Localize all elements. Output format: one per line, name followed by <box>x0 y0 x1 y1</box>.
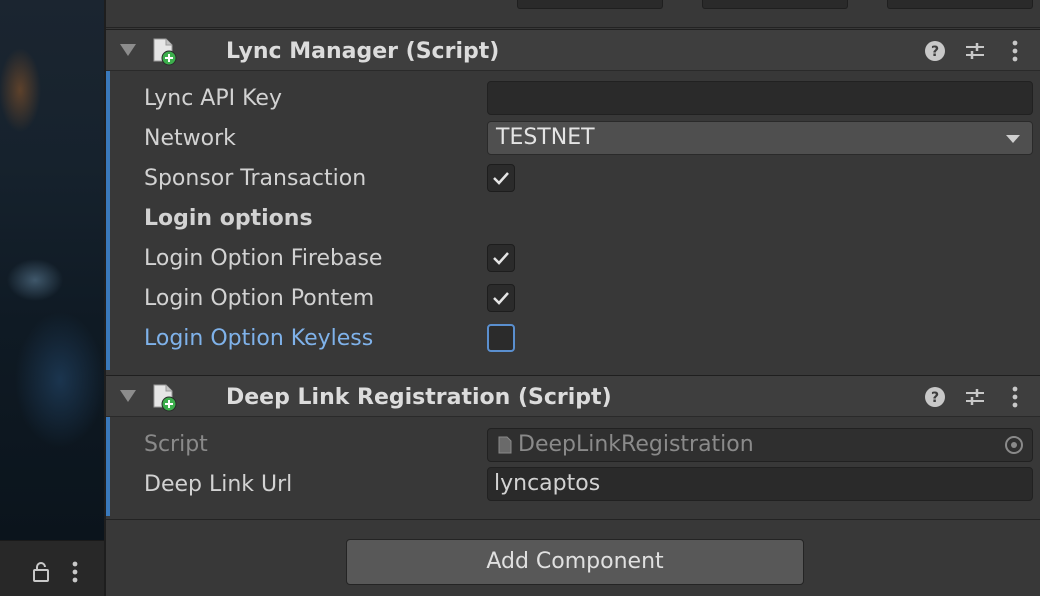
checkmark-icon <box>493 252 509 265</box>
network-selected-value: TESTNET <box>496 125 595 150</box>
checkmark-icon <box>493 172 509 185</box>
inspector-panel: Lync Manager (Script) ? Lync API Key Net… <box>106 0 1040 596</box>
login-pontem-label: Login Option Pontem <box>144 286 375 311</box>
svg-text:?: ? <box>931 390 939 406</box>
script-add-icon <box>152 38 177 66</box>
login-pontem-checkbox[interactable] <box>487 284 515 312</box>
deep-link-url-label: Deep Link Url <box>144 472 293 497</box>
lync-api-key-label: Lync API Key <box>144 86 282 111</box>
lync-manager-header[interactable]: Lync Manager (Script) ? <box>106 29 1040 71</box>
script-add-icon <box>152 384 177 412</box>
checkmark-icon <box>493 292 509 305</box>
component-list-end-divider <box>106 519 1040 520</box>
object-picker-icon[interactable] <box>1004 435 1024 455</box>
network-label: Network <box>144 126 236 151</box>
lync-api-key-field[interactable] <box>487 81 1033 115</box>
deep-link-url-field[interactable]: lyncaptos <box>487 467 1033 501</box>
component-accent-bar <box>106 30 110 370</box>
svg-text:?: ? <box>931 44 939 60</box>
scale-x-field[interactable] <box>517 0 663 9</box>
deep-link-registration-header[interactable]: Deep Link Registration (Script) ? <box>106 375 1040 417</box>
kebab-menu-icon[interactable] <box>1004 386 1026 408</box>
script-label: Script <box>144 432 208 457</box>
scale-z-field[interactable] <box>887 0 1033 9</box>
transform-scale-row <box>106 0 1040 28</box>
login-keyless-checkbox[interactable] <box>487 324 515 352</box>
sponsor-transaction-label: Sponsor Transaction <box>144 166 367 191</box>
kebab-menu-icon[interactable] <box>70 561 80 587</box>
login-firebase-label: Login Option Firebase <box>144 246 383 271</box>
component-title: Deep Link Registration (Script) <box>226 385 612 410</box>
sponsor-transaction-checkbox[interactable] <box>487 164 515 192</box>
script-object-value: DeepLinkRegistration <box>518 432 754 457</box>
login-firebase-checkbox[interactable] <box>487 244 515 272</box>
foldout-arrow-icon[interactable] <box>120 44 136 56</box>
preset-sliders-icon[interactable] <box>964 40 986 62</box>
cs-file-icon <box>498 436 512 454</box>
scene-toolbar <box>0 540 104 596</box>
help-icon[interactable]: ? <box>924 40 946 62</box>
lock-icon[interactable] <box>32 561 50 587</box>
kebab-menu-icon[interactable] <box>1004 40 1026 62</box>
component-title: Lync Manager (Script) <box>226 39 500 64</box>
login-keyless-label: Login Option Keyless <box>144 326 374 351</box>
scene-preview <box>0 0 104 540</box>
scale-y-field[interactable] <box>702 0 848 9</box>
dropdown-arrow-icon <box>1006 135 1020 143</box>
script-object-field: DeepLinkRegistration <box>487 428 1033 462</box>
add-component-button[interactable]: Add Component <box>346 539 804 585</box>
help-icon[interactable]: ? <box>924 386 946 408</box>
foldout-arrow-icon[interactable] <box>120 390 136 402</box>
network-dropdown[interactable]: TESTNET <box>487 121 1033 155</box>
preset-sliders-icon[interactable] <box>964 386 986 408</box>
login-options-heading: Login options <box>144 206 313 231</box>
